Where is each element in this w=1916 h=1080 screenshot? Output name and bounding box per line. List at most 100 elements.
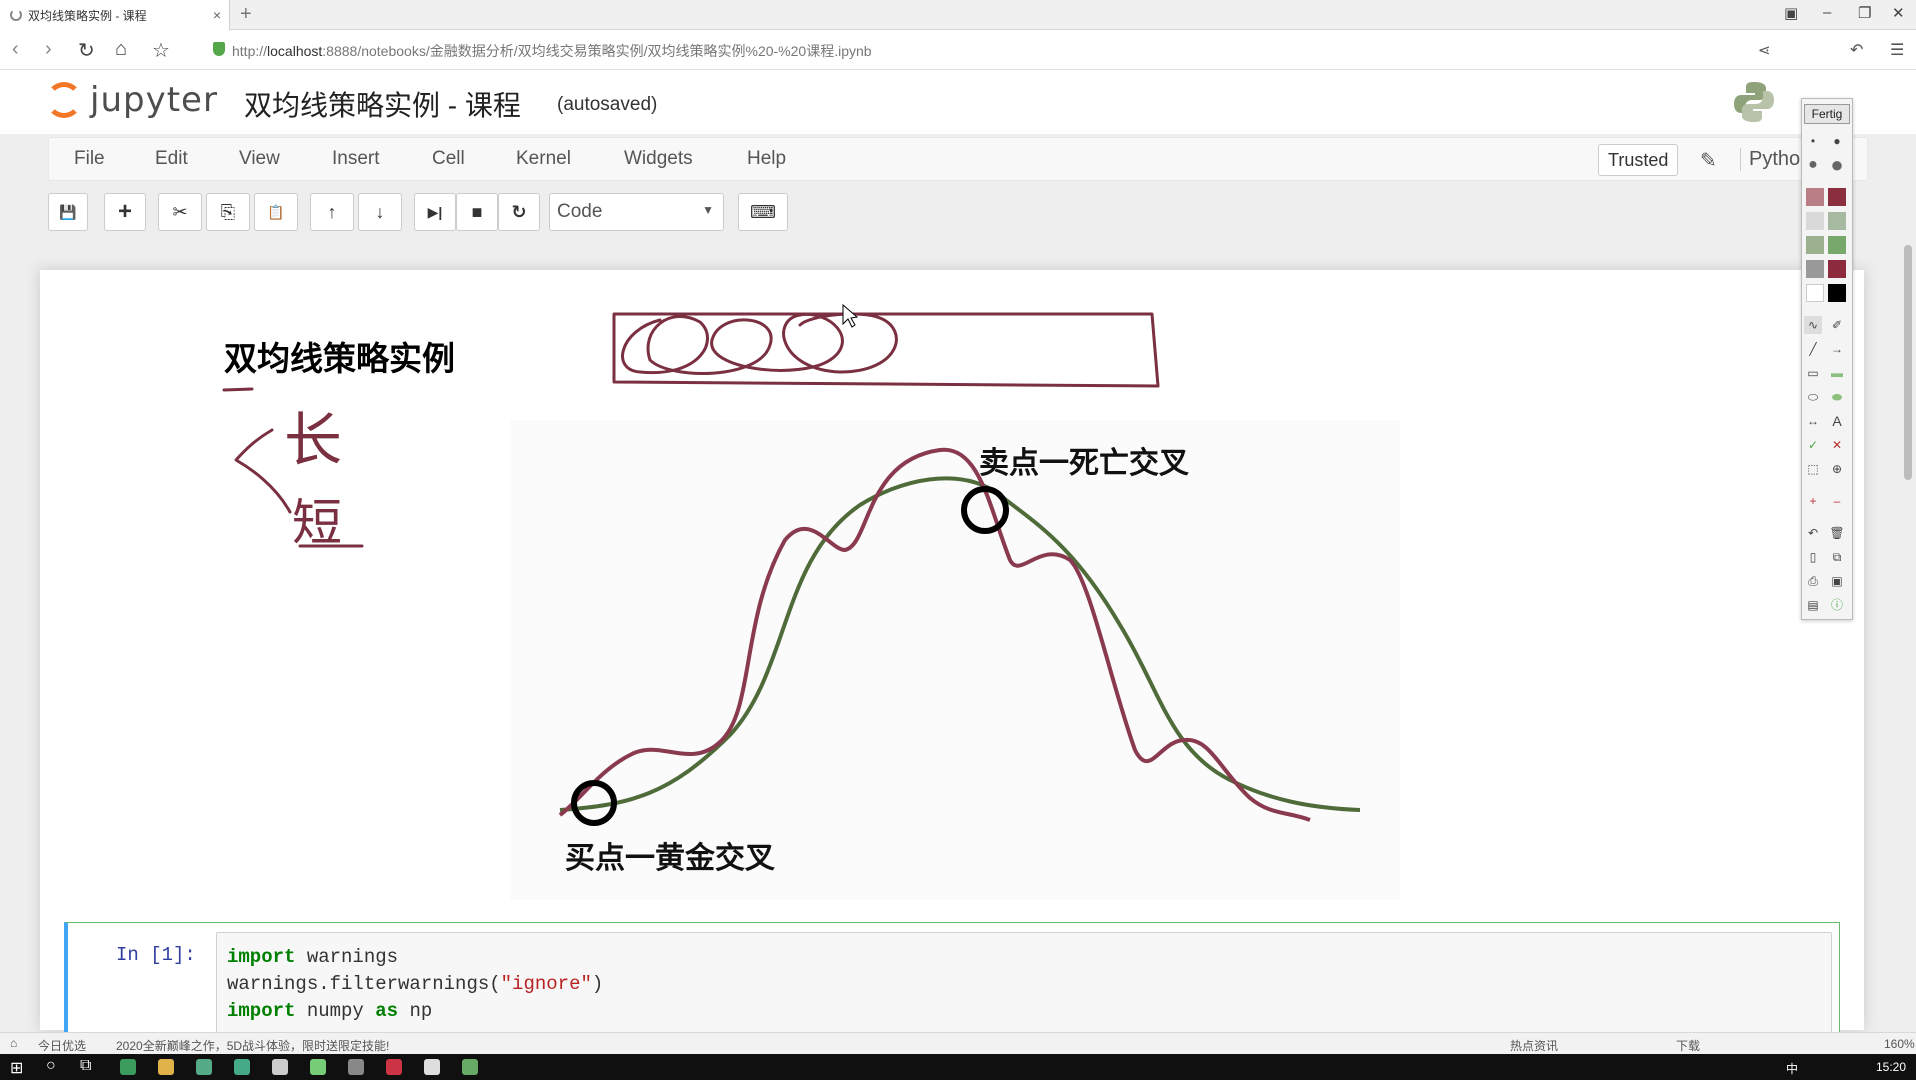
new-page-icon[interactable]: ▯ (1804, 548, 1822, 566)
color-green-light[interactable] (1806, 236, 1824, 254)
ellipse-tool-icon[interactable]: ⬭ (1804, 388, 1822, 406)
reload-button[interactable]: ↻ (78, 38, 95, 63)
pen-medium-icon[interactable]: ● (1828, 132, 1846, 150)
menu-view[interactable]: View (239, 148, 280, 170)
restore-window-icon[interactable]: ▣ (1784, 4, 1798, 22)
share-icon[interactable]: ⋖ (1758, 41, 1771, 59)
double-arrow-tool-icon[interactable]: ↔ (1804, 412, 1822, 430)
browser-tab[interactable]: 双均线策略实例 - 课程 × (0, 0, 230, 30)
arrow-tool-icon[interactable]: → (1828, 340, 1846, 358)
trusted-indicator[interactable]: Trusted (1598, 144, 1679, 176)
code-editor[interactable]: import warnings warnings.filterwarnings(… (216, 932, 1832, 1042)
info-icon[interactable]: ⓘ (1828, 596, 1846, 614)
home-small-icon[interactable]: ⌂ (10, 1036, 17, 1050)
rectangle-tool-icon[interactable]: ▭ (1804, 364, 1822, 382)
color-rose-light[interactable] (1806, 188, 1824, 206)
palette-done-button[interactable]: Fertig (1804, 104, 1850, 124)
notebook-title[interactable]: 双均线策略实例 - 课程 (244, 84, 521, 124)
color-grey[interactable] (1806, 260, 1824, 278)
zoom-tool-icon[interactable]: ⊕ (1828, 460, 1846, 478)
status-news[interactable]: 热点资讯 (1510, 1037, 1558, 1054)
new-tab-button[interactable]: + (240, 3, 252, 26)
cell-type-select[interactable]: Code ▼ (549, 193, 724, 231)
zoom-in-icon[interactable]: + (1804, 492, 1822, 510)
menu-widgets[interactable]: Widgets (624, 148, 693, 170)
save-button[interactable]: 💾 (48, 193, 88, 231)
zoom-out-icon[interactable]: – (1828, 492, 1846, 510)
check-tool-icon[interactable]: ✓ (1804, 436, 1822, 454)
menu-insert[interactable]: Insert (332, 148, 380, 170)
copy-button[interactable]: ⎘ (206, 193, 250, 231)
color-sage[interactable] (1828, 212, 1846, 230)
move-down-button[interactable]: ↓ (358, 193, 402, 231)
freehand-tool-icon[interactable]: ∿ (1804, 316, 1822, 334)
trash-icon[interactable]: 🗑 (1828, 524, 1846, 542)
sheet-taskbar-icon[interactable] (310, 1059, 326, 1075)
jupyter-logo[interactable]: jupyter (46, 80, 218, 120)
filled-rectangle-tool-icon[interactable]: ▬ (1828, 364, 1846, 382)
task-view-icon[interactable]: ⧉ (80, 1057, 91, 1075)
ime-indicator[interactable]: 中 (1786, 1060, 1798, 1077)
cut-button[interactable]: ✂ (158, 193, 202, 231)
restart-button[interactable]: ↻ (498, 193, 540, 231)
menu-cell[interactable]: Cell (432, 148, 465, 170)
bookmark-star-icon[interactable]: ☆ (152, 38, 170, 63)
clock[interactable]: 15:20 (1876, 1060, 1906, 1074)
maximize-button[interactable]: ❐ (1858, 4, 1871, 22)
color-white[interactable] (1806, 284, 1824, 302)
status-download[interactable]: 下载 (1676, 1037, 1700, 1054)
status-item[interactable]: 今日优选 (38, 1037, 86, 1054)
pen-small-icon[interactable]: • (1804, 132, 1822, 150)
back-button[interactable]: ‹ (12, 38, 19, 61)
move-up-button[interactable]: ↑ (310, 193, 354, 231)
minimize-button[interactable]: – (1823, 4, 1831, 21)
line-tool-icon[interactable]: ╱ (1804, 340, 1822, 358)
crop-tool-icon[interactable]: ⬚ (1804, 460, 1822, 478)
browser-taskbar-icon[interactable] (120, 1059, 136, 1075)
undo-ink-icon[interactable]: ↶ (1804, 524, 1822, 542)
ide-taskbar-icon[interactable] (386, 1059, 402, 1075)
color-grey-light[interactable] (1806, 212, 1824, 230)
highlighter-tool-icon[interactable]: ✐ (1828, 316, 1846, 334)
close-window-button[interactable]: ✕ (1892, 4, 1905, 22)
interrupt-button[interactable]: ■ (456, 193, 498, 231)
cross-tool-icon[interactable]: ✕ (1828, 436, 1846, 454)
app-taskbar-icon[interactable] (196, 1059, 212, 1075)
menu-icon[interactable]: ☰ (1890, 40, 1904, 60)
notes-taskbar-icon[interactable] (272, 1059, 288, 1075)
security-taskbar-icon[interactable] (234, 1059, 250, 1075)
copy-page-icon[interactable]: ⧉ (1828, 548, 1846, 566)
chat-taskbar-icon[interactable] (424, 1059, 440, 1075)
pen-large-icon[interactable]: ● (1804, 156, 1822, 174)
kernel-name[interactable]: Pytho (1740, 148, 1800, 171)
scrollbar[interactable] (1904, 245, 1912, 480)
pen-xlarge-icon[interactable]: ● (1828, 154, 1846, 176)
command-palette-button[interactable]: ⌨ (738, 193, 788, 231)
menu-file[interactable]: File (74, 148, 105, 170)
color-maroon[interactable] (1828, 260, 1846, 278)
explorer-taskbar-icon[interactable] (158, 1059, 174, 1075)
color-wine[interactable] (1828, 188, 1846, 206)
undo-icon[interactable]: ↶ (1850, 40, 1863, 60)
zoom-level[interactable]: 160% (1884, 1037, 1915, 1051)
menu-help[interactable]: Help (747, 148, 786, 170)
print-icon[interactable]: ⎙ (1804, 572, 1822, 590)
text-tool-icon[interactable]: A (1828, 412, 1846, 430)
paint-taskbar-icon[interactable] (462, 1059, 478, 1075)
home-button[interactable]: ⌂ (115, 38, 127, 61)
menu-edit[interactable]: Edit (155, 148, 188, 170)
color-black[interactable] (1828, 284, 1846, 302)
url-field[interactable]: http://localhost:8888/notebooks/金融数据分析/双… (232, 41, 872, 61)
color-green[interactable] (1828, 236, 1846, 254)
filled-ellipse-tool-icon[interactable]: ⬬ (1828, 388, 1846, 406)
menu-kernel[interactable]: Kernel (516, 148, 571, 170)
insert-cell-button[interactable]: + (104, 193, 146, 231)
save-ink-icon[interactable]: ▣ (1828, 572, 1846, 590)
search-icon[interactable]: ○ (46, 1057, 56, 1075)
paste-button[interactable]: 📋 (254, 193, 298, 231)
run-button[interactable]: ▶| (414, 193, 456, 231)
close-tab-icon[interactable]: × (213, 7, 221, 23)
edit-pencil-icon[interactable]: ✎ (1700, 148, 1717, 173)
status-ad[interactable]: 2020全新巅峰之作，5D战斗体验，限时送限定技能! (116, 1037, 389, 1054)
tool-taskbar-icon[interactable] (348, 1059, 364, 1075)
